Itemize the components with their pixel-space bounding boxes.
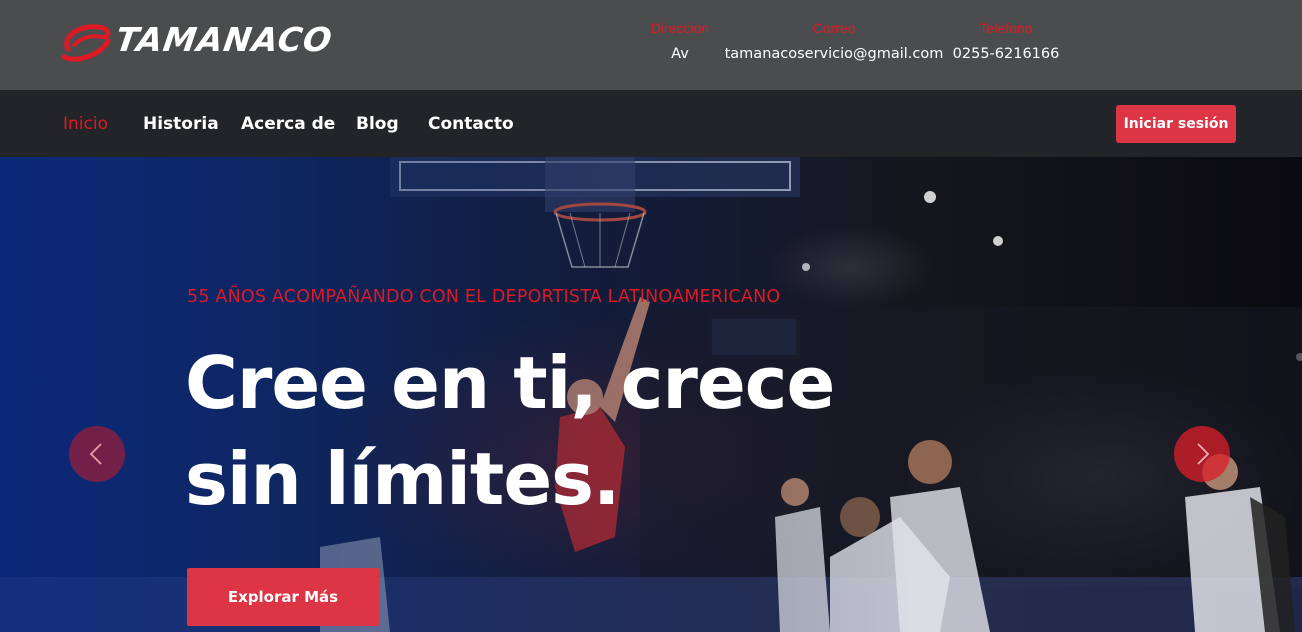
email-value: tamanacoservicio@gmail.com [724, 46, 944, 62]
top-header: TAMANACO Direccion Av Correo tamanacoser… [0, 0, 1302, 90]
logo-text: TAMANACO [113, 20, 336, 59]
nav-item-contacto[interactable]: Contacto [428, 114, 514, 134]
contact-address: Direccion Av [640, 18, 720, 62]
email-label: Correo [812, 20, 856, 36]
hero-kicker: 55 AÑOS ACOMPAÑANDO CON EL DEPORTISTA LA… [187, 287, 781, 307]
phone-label: Telefono [979, 20, 1033, 36]
hero-title: Cree en ti, crece sin límites. [185, 341, 835, 521]
main-nav: Inicio Historia Acerca de Blog Contacto [0, 90, 1302, 157]
nav-item-acerca-de[interactable]: Acerca de [241, 114, 335, 134]
contact-email: Correo tamanacoservicio@gmail.com [724, 18, 944, 62]
address-label: Direccion [650, 20, 710, 36]
contact-phone: Telefono 0255-6216166 [950, 18, 1062, 62]
nav-item-historia[interactable]: Historia [143, 114, 219, 134]
logo[interactable]: TAMANACO [58, 19, 368, 67]
hero-carousel: 55 AÑOS ACOMPAÑANDO CON EL DEPORTISTA LA… [0, 157, 1302, 632]
explore-more-button[interactable]: Explorar Más [187, 568, 379, 626]
carousel-prev-button[interactable] [69, 426, 125, 482]
logo-swoosh-icon [61, 24, 111, 62]
nav-item-blog[interactable]: Blog [356, 114, 399, 134]
chevron-left-icon [89, 443, 102, 465]
phone-value: 0255-6216166 [952, 46, 1060, 62]
carousel-next-button[interactable] [1174, 426, 1230, 482]
chevron-right-icon [1197, 443, 1210, 465]
login-button[interactable]: Iniciar sesión [1116, 105, 1236, 143]
address-value: Av [671, 46, 689, 62]
nav-item-inicio[interactable]: Inicio [63, 114, 108, 134]
